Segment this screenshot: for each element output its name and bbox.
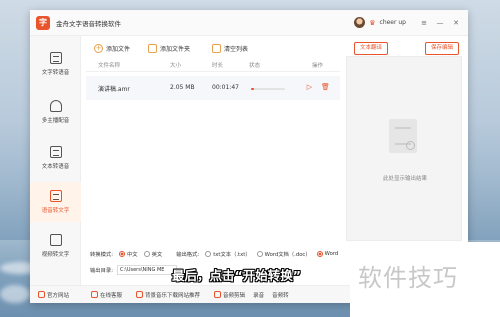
column-header-size: 大小 <box>170 63 182 69</box>
conversion-mode-row: 转换模式: 中文 英文 输出格式: txt文本（.txt） Word文档（.do… <box>90 248 338 260</box>
status-label: 背景音乐下载网站推荐 <box>145 292 201 299</box>
file-duration: 00:01:47 <box>212 84 239 91</box>
vip-crown-icon: ♛ <box>369 18 376 27</box>
dir-label: 输出目录: <box>90 268 113 274</box>
plus-icon: + <box>94 43 103 53</box>
table-row[interactable]: 演讲稿.amr 2.05 MB 00:01:47 ▷ 🗑 <box>86 76 340 100</box>
sidebar-item-multi-voice[interactable]: 多主播配音 <box>30 92 81 132</box>
format-radio-word[interactable] <box>316 251 323 257</box>
format-radio-doc[interactable] <box>256 251 263 257</box>
preview-placeholder: 此处显示输出结果 <box>382 176 427 182</box>
sidebar-item-speech-to-text[interactable]: 语音转文字 <box>30 182 81 222</box>
sidebar: 文字转语音 多主播配音 文本转语音 语音转文字 视频转文字 <box>30 36 81 303</box>
clear-list-icon <box>212 43 221 53</box>
text-to-speech-icon <box>49 52 62 64</box>
status-label: 录音 <box>253 292 265 299</box>
sidebar-item-doc-to-speech[interactable]: 文本转语音 <box>30 138 81 178</box>
format-option-word: Word <box>324 251 339 257</box>
desktop-wave <box>0 285 30 303</box>
format-option-txt: txt文本（.txt） <box>213 252 251 258</box>
avatar[interactable] <box>354 17 366 28</box>
home-icon <box>38 291 45 298</box>
mode-radio-chinese[interactable] <box>118 251 125 257</box>
folder-icon <box>148 43 157 53</box>
status-label: 官方网站 <box>47 292 70 299</box>
sidebar-item-label: 多主播配音 <box>41 118 70 124</box>
add-folder-label: 添加文件夹 <box>160 45 191 53</box>
online-support-link[interactable]: 在线客服 <box>91 291 122 299</box>
title-bar: 字 金舟文字语音转换软件 ♛ cheer up ≡ — ✕ <box>30 10 468 36</box>
format-label: 输出格式: <box>176 252 200 258</box>
add-folder-button[interactable]: 添加文件夹 <box>148 41 190 55</box>
format-radio-txt[interactable] <box>205 251 212 257</box>
scissors-icon <box>214 291 222 298</box>
clear-list-button[interactable]: 清空列表 <box>212 41 248 55</box>
support-icon <box>91 291 99 298</box>
clear-list-label: 清空列表 <box>224 45 249 53</box>
sidebar-item-label: 文本转语音 <box>41 164 70 170</box>
output-dir-field[interactable]: C:\Users\NING ME <box>116 265 177 275</box>
video-to-text-icon <box>49 234 62 246</box>
add-file-button[interactable]: + 添加文件 <box>94 41 130 55</box>
minimize-button[interactable]: — <box>434 19 446 27</box>
sidebar-item-label: 视频转文字 <box>41 252 70 258</box>
doc-to-speech-icon <box>49 146 62 158</box>
table-header: 文件名称 大小 时长 状态 操作 <box>86 58 340 72</box>
conversion-progress-bar <box>251 88 285 90</box>
sidebar-item-label: 语音转文字 <box>41 208 70 214</box>
column-header-status: 状态 <box>249 63 261 69</box>
mode-option-english: 英文 <box>151 252 163 258</box>
column-header-actions: 操作 <box>312 63 324 69</box>
username[interactable]: cheer up <box>380 19 406 26</box>
sidebar-item-video-to-text[interactable]: 视频转文字 <box>30 226 81 266</box>
output-preview-panel: 此处显示输出结果 <box>346 56 462 241</box>
save-edit-button[interactable]: 保存编辑 <box>425 42 460 55</box>
status-label: 音频转 <box>272 292 289 299</box>
app-logo-icon: 字 <box>36 15 50 30</box>
column-header-name: 文件名称 <box>98 63 121 69</box>
official-site-link[interactable]: 官方网站 <box>38 291 69 299</box>
status-label: 音频剪辑 <box>223 292 246 299</box>
add-file-label: 添加文件 <box>106 45 131 53</box>
sidebar-item-label: 文字转语音 <box>41 70 70 76</box>
text-translate-button[interactable]: 文本翻译 <box>354 42 389 55</box>
music-site-link[interactable]: 背景音乐下载网站推荐 <box>136 291 200 299</box>
watermark-text: 软件技巧 <box>358 264 458 292</box>
sidebar-item-text-to-speech[interactable]: 文字转语音 <box>30 44 81 84</box>
conversion-progress-fill <box>251 88 255 90</box>
output-dir-row: 输出目录: C:\Users\NING ME <box>90 264 177 276</box>
video-caption: 最后，点击“开始转换” <box>172 268 301 283</box>
mode-option-chinese: 中文 <box>126 252 138 258</box>
close-button[interactable]: ✕ <box>450 19 462 27</box>
audio-edit-link[interactable]: 音频剪辑 <box>214 291 245 299</box>
app-title: 金舟文字语音转换软件 <box>56 19 121 28</box>
audio-convert-link[interactable]: 音频转 <box>272 291 289 299</box>
recording-link[interactable]: 录音 <box>253 291 264 299</box>
file-name: 演讲稿.amr <box>98 86 130 93</box>
delete-icon[interactable]: 🗑 <box>321 83 330 92</box>
mode-label: 转换模式: <box>90 252 113 258</box>
status-label: 在线客服 <box>100 292 123 299</box>
column-header-duration: 时长 <box>212 63 224 69</box>
multi-voice-icon <box>49 100 62 112</box>
speech-to-text-icon <box>49 190 62 202</box>
file-table: 文件名称 大小 时长 状态 操作 演讲稿.amr 2.05 MB 00:01:4… <box>86 58 340 238</box>
document-search-icon <box>389 119 417 153</box>
mode-radio-english[interactable] <box>143 251 150 257</box>
music-icon <box>136 291 144 298</box>
play-icon[interactable]: ▷ <box>305 83 314 92</box>
file-size: 2.05 MB <box>170 84 195 91</box>
menu-icon[interactable]: ≡ <box>418 19 430 27</box>
format-option-doc: Word文档（.doc） <box>264 252 311 258</box>
